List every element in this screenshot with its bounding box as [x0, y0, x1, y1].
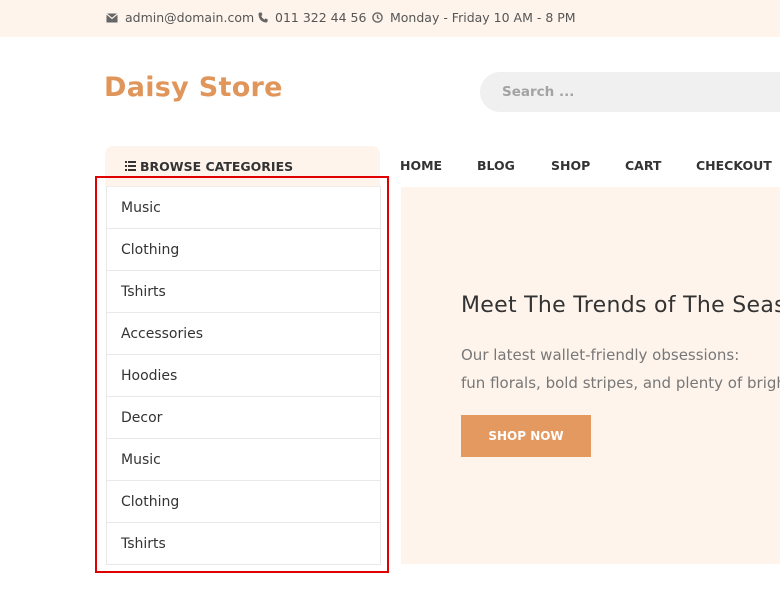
- hero-title: Meet The Trends of The Season: [461, 293, 780, 318]
- category-item-music-2[interactable]: Music: [107, 438, 380, 480]
- main-nav: HOME BLOG SHOP CART CHECKOUT: [0, 158, 780, 176]
- category-item-decor[interactable]: Decor: [107, 396, 380, 438]
- hero-description: Our latest wallet-friendly obsessions: f…: [461, 341, 780, 397]
- top-bar: admin@domain.com 011 322 44 56 Monday - …: [0, 0, 780, 37]
- category-item-accessories[interactable]: Accessories: [107, 312, 380, 354]
- shop-now-button[interactable]: SHOP NOW: [461, 415, 591, 457]
- nav-blog[interactable]: BLOG: [477, 158, 515, 173]
- hours-text: Monday - Friday 10 AM - 8 PM: [390, 10, 576, 25]
- category-item-clothing-2[interactable]: Clothing: [107, 480, 380, 522]
- category-item-tshirts[interactable]: Tshirts: [107, 270, 380, 312]
- contact-phone[interactable]: 011 322 44 56: [258, 10, 366, 25]
- opening-hours: Monday - Friday 10 AM - 8 PM: [372, 10, 576, 25]
- nav-cart[interactable]: CART: [625, 158, 661, 173]
- hero-line-2: fun florals, bold stripes, and plenty of…: [461, 374, 780, 392]
- category-item-music[interactable]: Music: [107, 186, 380, 228]
- category-item-clothing[interactable]: Clothing: [107, 228, 380, 270]
- nav-shop[interactable]: SHOP: [551, 158, 590, 173]
- site-logo[interactable]: Daisy Store: [104, 72, 283, 103]
- nav-home[interactable]: HOME: [400, 158, 442, 173]
- search-box: [480, 72, 780, 112]
- nav-checkout[interactable]: CHECKOUT: [696, 158, 772, 173]
- clock-icon: [372, 12, 383, 23]
- hero-banner: Meet The Trends of The Season Our latest…: [401, 187, 780, 564]
- hero-line-1: Our latest wallet-friendly obsessions:: [461, 346, 740, 364]
- contact-email[interactable]: admin@domain.com: [106, 10, 254, 25]
- category-item-hoodies[interactable]: Hoodies: [107, 354, 380, 396]
- envelope-icon: [106, 12, 118, 22]
- email-text: admin@domain.com: [125, 10, 255, 25]
- category-item-tshirts-2[interactable]: Tshirts: [107, 522, 380, 564]
- phone-icon: [258, 12, 268, 23]
- search-input[interactable]: [500, 83, 764, 101]
- category-list: Music Clothing Tshirts Accessories Hoodi…: [106, 186, 381, 565]
- phone-text: 011 322 44 56: [275, 10, 367, 25]
